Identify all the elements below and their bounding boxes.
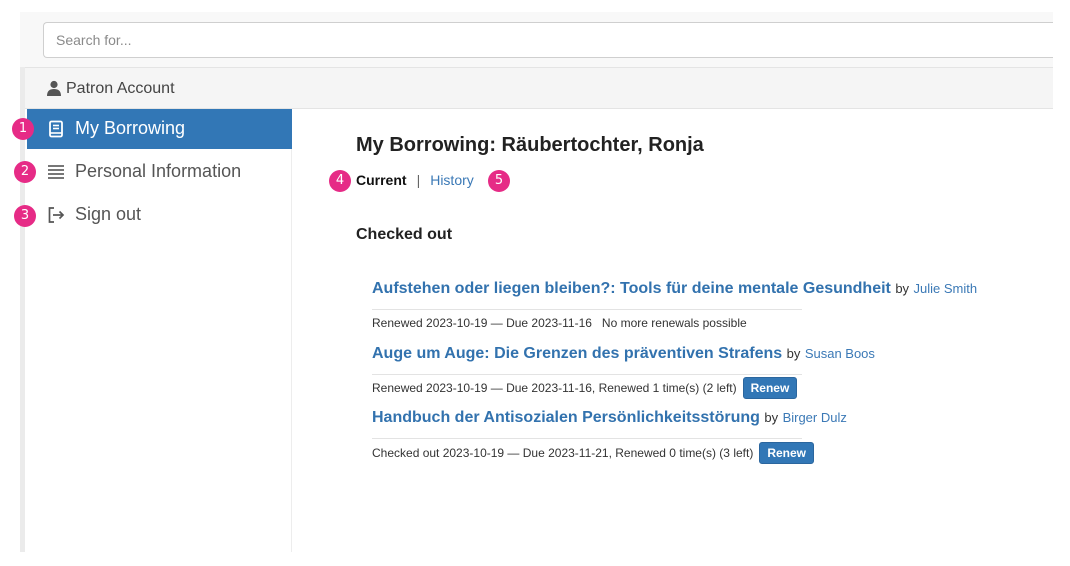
sidebar-item-label: Personal Information xyxy=(75,161,242,181)
sidebar-item-label: Sign out xyxy=(75,204,142,224)
sidebar-item-my-borrowing[interactable]: My Borrowing xyxy=(27,109,292,149)
sidebar-item-personal-information[interactable]: Personal Information xyxy=(27,152,292,192)
sidebar: My Borrowing Personal Information Sign o… xyxy=(25,109,292,552)
renew-button[interactable]: Renew xyxy=(759,442,815,464)
search-input[interactable] xyxy=(43,22,1053,58)
sign-out-icon xyxy=(48,207,65,223)
book-icon xyxy=(49,120,63,138)
sidebar-item-sign-out[interactable]: Sign out xyxy=(27,195,292,235)
user-icon xyxy=(47,80,61,96)
loan-author-link[interactable]: Julie Smith xyxy=(914,281,978,296)
callout-badge: 3 xyxy=(14,205,36,227)
loan-title-link[interactable]: Handbuch der Antisozialen Persönlichkeit… xyxy=(372,409,760,426)
tab-separator: | xyxy=(416,172,421,188)
loan-item: Auge um Auge: Die Grenzen des präventive… xyxy=(372,345,875,399)
loan-status-text: Checked out 2023-10-19 — Due 2023-11-21,… xyxy=(372,446,754,461)
callout-badge: 5 xyxy=(488,170,510,192)
loan-status: Renewed 2023-10-19 — Due 2023-11-16 No m… xyxy=(372,309,802,330)
sidebar-item-label: My Borrowing xyxy=(75,118,186,138)
list-icon xyxy=(48,165,64,179)
loan-by-label: by xyxy=(895,281,910,296)
account-header: Patron Account xyxy=(25,67,1053,109)
loan-author-link[interactable]: Birger Dulz xyxy=(783,410,847,425)
tab-history[interactable]: History xyxy=(430,172,474,188)
loan-status: Checked out 2023-10-19 — Due 2023-11-21,… xyxy=(372,438,815,465)
borrowing-subnav: Current | History xyxy=(356,172,474,188)
loan-title-link[interactable]: Aufstehen oder liegen bleiben?: Tools fü… xyxy=(372,280,891,297)
loan-status: Renewed 2023-10-19 — Due 2023-11-16, Ren… xyxy=(372,374,802,400)
renew-button[interactable]: Renew xyxy=(742,377,798,399)
callout-badge: 1 xyxy=(12,118,34,140)
account-header-label: Patron Account xyxy=(66,80,175,97)
loan-by-label: by xyxy=(786,346,801,361)
tab-current[interactable]: Current xyxy=(356,172,407,188)
section-title-checked-out: Checked out xyxy=(356,226,453,243)
loan-title-link[interactable]: Auge um Auge: Die Grenzen des präventive… xyxy=(372,345,782,362)
loan-status-text: Renewed 2023-10-19 — Due 2023-11-16 No m… xyxy=(372,316,747,330)
loan-by-label: by xyxy=(764,410,779,425)
loan-item: Aufstehen oder liegen bleiben?: Tools fü… xyxy=(372,280,977,330)
loan-author-link[interactable]: Susan Boos xyxy=(805,346,875,361)
loan-status-text: Renewed 2023-10-19 — Due 2023-11-16, Ren… xyxy=(372,381,737,396)
page-title: My Borrowing: Räubertochter, Ronja xyxy=(356,134,704,156)
callout-badge: 2 xyxy=(14,161,36,183)
loan-item: Handbuch der Antisozialen Persönlichkeit… xyxy=(372,409,847,464)
callout-badge: 4 xyxy=(329,170,351,192)
